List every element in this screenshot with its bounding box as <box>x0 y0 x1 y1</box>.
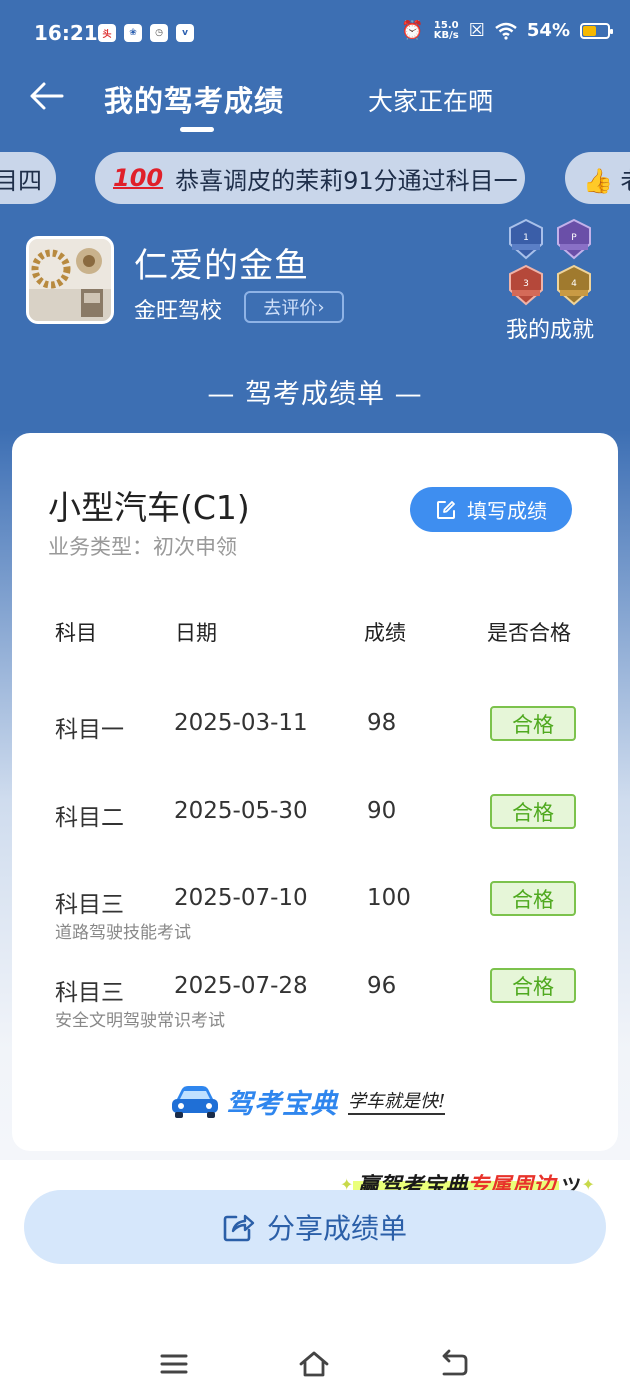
column-header-passed: 是否合格 <box>487 621 571 645</box>
svg-text:1: 1 <box>523 233 529 243</box>
edit-icon <box>437 500 455 519</box>
status-right: ⏰ 15.0 KB/s ☒ 54% <box>401 19 613 41</box>
row-2-score: 90 <box>367 798 397 824</box>
row-2-pass-badge: 合格 <box>490 794 576 829</box>
wifi-icon <box>495 22 517 40</box>
brand-name: 驾考宝典 <box>226 1088 338 1120</box>
sim-off-icon: ☒ <box>468 20 485 41</box>
active-tab-indicator <box>180 127 214 132</box>
home-icon[interactable] <box>298 1348 330 1380</box>
row-3-score: 100 <box>367 885 411 911</box>
vivo-icon: v <box>176 24 194 42</box>
row-3-pass-badge: 合格 <box>490 881 576 916</box>
hundred-points-icon: 100 <box>113 164 164 192</box>
alarm-icon: ◷ <box>150 24 168 42</box>
business-type: 业务类型：初次申领 <box>48 535 237 559</box>
share-report-button[interactable]: 分享成绩单 <box>24 1190 606 1264</box>
avatar[interactable] <box>26 236 114 324</box>
row-1-subject: 科目一 <box>55 717 124 743</box>
row-2-date: 2025-05-30 <box>174 798 308 824</box>
profile-name: 仁爱的金鱼 <box>134 246 309 286</box>
row-4-note: 安全文明驾驶常识考试 <box>55 1011 225 1031</box>
row-4-pass-badge: 合格 <box>490 968 576 1003</box>
toutiao-icon: 头 <box>98 24 116 42</box>
badge-subject-one-icon: 1 <box>509 218 543 260</box>
column-header-score: 成绩 <box>364 621 406 645</box>
back-nav-icon[interactable] <box>438 1348 470 1380</box>
announcement-ticker: 目四 100 恭喜调皮的茉莉91分通过科目一 👍 老 <box>0 152 630 206</box>
column-header-date: 日期 <box>175 621 217 645</box>
header: 我的驾考成绩 大家正在晒 <box>0 66 630 138</box>
row-3-subject: 科目三 <box>55 892 124 918</box>
tab-my-scores[interactable]: 我的驾考成绩 <box>104 78 284 120</box>
back-button[interactable] <box>26 76 66 116</box>
license-type: 小型汽车(C1) <box>48 488 250 527</box>
ticker-item-previous[interactable]: 目四 <box>0 152 56 204</box>
brand-slogan: 学车就是快! <box>348 1087 446 1115</box>
badge-subject-two-icon: P <box>557 218 591 260</box>
status-notification-icons: 头 ❀ ◷ v <box>98 24 194 42</box>
svg-text:3: 3 <box>523 279 529 289</box>
my-achievements-link[interactable]: 我的成就 <box>506 312 594 344</box>
car-logo-icon <box>172 1086 218 1118</box>
review-button[interactable]: 去评价 › <box>244 291 344 323</box>
report-title: — 驾考成绩单 — <box>207 379 423 410</box>
row-4-score: 96 <box>367 973 397 999</box>
fill-scores-button[interactable]: 填写成绩 <box>410 487 572 532</box>
row-4-date: 2025-07-28 <box>174 973 308 999</box>
row-1-score: 98 <box>367 710 397 736</box>
row-3-date: 2025-07-10 <box>174 885 308 911</box>
svg-text:4: 4 <box>571 279 577 289</box>
column-header-subject: 科目 <box>55 621 97 645</box>
row-4-subject: 科目三 <box>55 980 124 1006</box>
row-3-note: 道路驾驶技能考试 <box>55 923 191 943</box>
row-1-pass-badge: 合格 <box>490 706 576 741</box>
baidu-icon: ❀ <box>124 24 142 42</box>
alarm-status-icon: ⏰ <box>401 20 424 41</box>
ticker-item-current[interactable]: 100 恭喜调皮的茉莉91分通过科目一 <box>95 152 525 204</box>
menu-icon[interactable] <box>158 1348 190 1380</box>
driving-school-name: 金旺驾校 <box>134 299 223 324</box>
badge-subject-three-icon: 3 <box>509 264 543 306</box>
row-2-subject: 科目二 <box>55 805 124 831</box>
system-navigation-bar <box>0 1330 630 1400</box>
sparkle-icon: ✦ <box>581 1174 595 1194</box>
svg-text:P: P <box>571 233 577 243</box>
arrow-left-icon <box>30 82 64 110</box>
battery-icon <box>580 22 613 39</box>
achievement-badges[interactable]: 1 P 3 4 <box>506 218 600 308</box>
ticker-text: 恭喜调皮的茉莉91分通过科目一 <box>175 166 518 195</box>
status-bar: 16:21 头 ❀ ◷ v ⏰ 15.0 KB/s ☒ 54% <box>0 0 630 66</box>
status-time: 16:21 <box>34 21 98 45</box>
chevron-right-icon: › <box>317 296 325 318</box>
net-speed: 15.0 KB/s <box>433 19 459 41</box>
battery-fill <box>583 25 596 36</box>
brand-logo: 驾考宝典 学车就是快! <box>170 1081 446 1121</box>
battery-percent: 54% <box>526 20 570 41</box>
ticker-item-next[interactable]: 👍 老 <box>565 152 630 204</box>
avatar-image <box>29 239 111 321</box>
badge-subject-four-icon: 4 <box>557 264 591 306</box>
tab-everyone-sharing[interactable]: 大家正在晒 <box>368 82 493 118</box>
share-icon <box>223 1214 255 1242</box>
score-card: 小型汽车(C1) 业务类型：初次申领 填写成绩 科目 日期 成绩 是否合格 科目… <box>12 433 618 1151</box>
row-1-date: 2025-03-11 <box>174 710 308 736</box>
